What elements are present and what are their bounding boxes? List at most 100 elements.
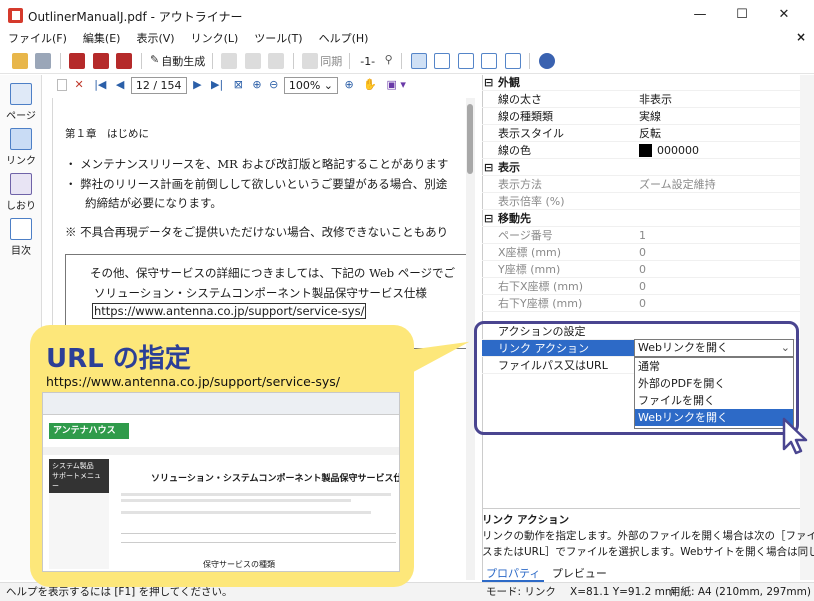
prop-rb-x[interactable]: 右下X座標 (mm) 0 [482, 278, 800, 295]
toolbar-separator [292, 53, 294, 69]
web-text-line [121, 499, 351, 502]
prop-rb-y[interactable]: 右下Y座標 (mm) 0 [482, 295, 800, 312]
menu-file[interactable]: ファイル(F) [0, 30, 75, 48]
nav-link-label: リンク [6, 156, 36, 167]
minimize-button[interactable]: — [680, 4, 720, 26]
doc-bullet-2b: 約締結が必要になります。 [85, 196, 222, 210]
doc-bullet-2: ・ 弊社のリリース計画を前倒しして欲しいというご要望がある場合、別途 [65, 177, 448, 191]
bottom-tabs: プロパティ プレビュー [482, 565, 800, 582]
bookmark-remove-icon[interactable] [116, 53, 132, 69]
doc-link-annotation[interactable]: https://www.antenna.co.jp/support/servic… [92, 303, 367, 319]
category-display[interactable]: ⊟ 表示 [482, 159, 800, 176]
sync-button[interactable]: 同期 [320, 55, 342, 68]
website-screenshot: アンテナハウス システム製品 サポートメニュー ソリューション・システムコンポーネ… [42, 392, 400, 572]
bookmark-icon[interactable] [69, 53, 85, 69]
tab-preview[interactable]: プレビュー [548, 567, 611, 580]
toolbar-separator [401, 53, 403, 69]
layout-single-icon[interactable] [410, 53, 427, 69]
page-nav-toolbar: ✕ |◀ ◀ 12 / 154 ▶ ▶| ⊠ ⊕ ⊖ 100% ⌄ ⊕ ✋ ▣ … [43, 75, 475, 95]
copy-icon[interactable] [244, 53, 261, 69]
callout-url: https://www.antenna.co.jp/support/servic… [46, 374, 340, 389]
zoom-value: 100% [288, 78, 321, 92]
pin-icon[interactable]: ⚲ [385, 53, 393, 69]
bookmark-add-icon[interactable] [92, 53, 109, 69]
paste-icon[interactable] [268, 53, 285, 69]
select-tool-icon[interactable]: ▣ ▾ [386, 78, 405, 91]
nav-link[interactable]: リンク [0, 128, 42, 167]
toolbar-separator [59, 53, 61, 69]
menu-help[interactable]: ヘルプ(H) [311, 30, 377, 48]
property-scrollbar[interactable] [800, 75, 814, 580]
prop-line-width[interactable]: 線の太さ 非表示 [482, 91, 800, 108]
layout-split-icon[interactable] [434, 53, 451, 69]
nav-bookmark[interactable]: しおり [0, 173, 42, 212]
menu-bar: ファイル(F) 編集(E) 表示(V) リンク(L) ツール(T) ヘルプ(H) [0, 30, 814, 50]
status-coords: X=81.1 Y=91.2 mm [570, 586, 676, 598]
color-value: 000000 [657, 144, 699, 157]
fit-page-icon[interactable]: ⊠ [234, 78, 243, 91]
level-button[interactable]: -1- [360, 55, 375, 68]
prop-display-style[interactable]: 表示スタイル 反転 [482, 125, 800, 142]
window-title: OutlinerManualJ.pdf - アウトライナー [28, 10, 243, 24]
zoom-in-icon[interactable]: ⊕ [252, 78, 261, 91]
prop-line-color[interactable]: 線の色 000000 [482, 142, 800, 159]
collapse-icon[interactable]: ⊟ [484, 74, 493, 91]
zoom-select[interactable]: 100% ⌄ [283, 76, 339, 94]
hand-tool-icon[interactable]: ✋ [363, 78, 377, 91]
cut-icon[interactable] [221, 53, 238, 69]
sync-icon[interactable] [302, 53, 319, 69]
prop-display-method[interactable]: 表示方法 ズーム設定維持 [482, 176, 800, 193]
description-title: リンク アクション [482, 514, 570, 526]
menu-tools[interactable]: ツール(T) [246, 30, 310, 48]
menu-link[interactable]: リンク(L) [183, 30, 247, 48]
first-page-icon[interactable]: |◀ [94, 78, 106, 91]
zoom-plus-icon[interactable]: ⊕ [345, 78, 354, 91]
delete-icon[interactable]: ✕ [75, 78, 84, 91]
layout-panel-icon[interactable] [481, 53, 498, 69]
prop-y-coord[interactable]: Y座標 (mm) 0 [482, 261, 800, 278]
description-line-1: リンクの動作を指定します。外部のファイルを開く場合は次の［ファイルパ [482, 530, 814, 542]
prop-page-number[interactable]: ページ番号 1 [482, 227, 800, 244]
tab-properties[interactable]: プロパティ [482, 567, 545, 582]
prop-display-ratio[interactable]: 表示倍率 (%) [482, 193, 800, 210]
doc-box-line-1: その他、保守サービスの詳細につきましては、下記の Web ページでご [90, 266, 456, 280]
next-page-icon[interactable]: ▶ [193, 78, 201, 91]
menu-view[interactable]: 表示(V) [128, 30, 182, 48]
open-icon[interactable] [11, 53, 28, 69]
toolbar-separator [140, 53, 142, 69]
brand-text: アンテナハウス [53, 426, 116, 436]
last-page-icon[interactable]: ▶| [211, 78, 223, 91]
menu-edit[interactable]: 編集(E) [75, 30, 129, 48]
prop-line-type[interactable]: 線の種類類 実線 [482, 108, 800, 125]
magic-wand-icon[interactable]: ✎ [150, 53, 159, 69]
close-button[interactable]: ✕ [764, 4, 804, 26]
nav-page[interactable]: ページ [0, 83, 42, 122]
prev-page-icon[interactable]: ◀ [116, 78, 124, 91]
auto-generate-button[interactable]: 自動生成 [161, 55, 205, 68]
toolbar-separator [529, 53, 531, 69]
collapse-icon[interactable]: ⊟ [484, 210, 493, 227]
prop-x-coord[interactable]: X座標 (mm) 0 [482, 244, 800, 261]
nav-page-label: ページ [6, 111, 36, 122]
maximize-button[interactable]: ☐ [722, 4, 762, 26]
breadcrumb-bar [43, 447, 399, 455]
nav-toc[interactable]: 目次 [0, 218, 42, 257]
help-icon[interactable] [538, 53, 555, 69]
chapter-heading: 第１章 はじめに [65, 128, 149, 140]
layout-side-icon[interactable] [504, 53, 521, 69]
collapse-icon[interactable]: ⊟ [484, 159, 493, 176]
highlight-frame [474, 321, 799, 435]
category-appearance[interactable]: ⊟ 外観 [482, 74, 800, 91]
page-number-input[interactable]: 12 / 154 [130, 76, 187, 94]
document-close-icon[interactable]: × [796, 30, 806, 44]
save-icon[interactable] [35, 53, 51, 69]
category-destination[interactable]: ⊟ 移動先 [482, 210, 800, 227]
layout-grid-icon[interactable] [457, 53, 474, 69]
page-outline-icon[interactable] [57, 79, 67, 91]
browser-chrome [43, 393, 399, 415]
toolbar-separator [211, 53, 213, 69]
description-panel: リンク アクション リンクの動作を指定します。外部のファイルを開く場合は次の［フ… [482, 512, 814, 564]
doc-scroll-thumb[interactable] [467, 104, 473, 174]
zoom-out-icon[interactable]: ⊖ [269, 78, 278, 91]
brand-logo: アンテナハウス [49, 423, 129, 439]
